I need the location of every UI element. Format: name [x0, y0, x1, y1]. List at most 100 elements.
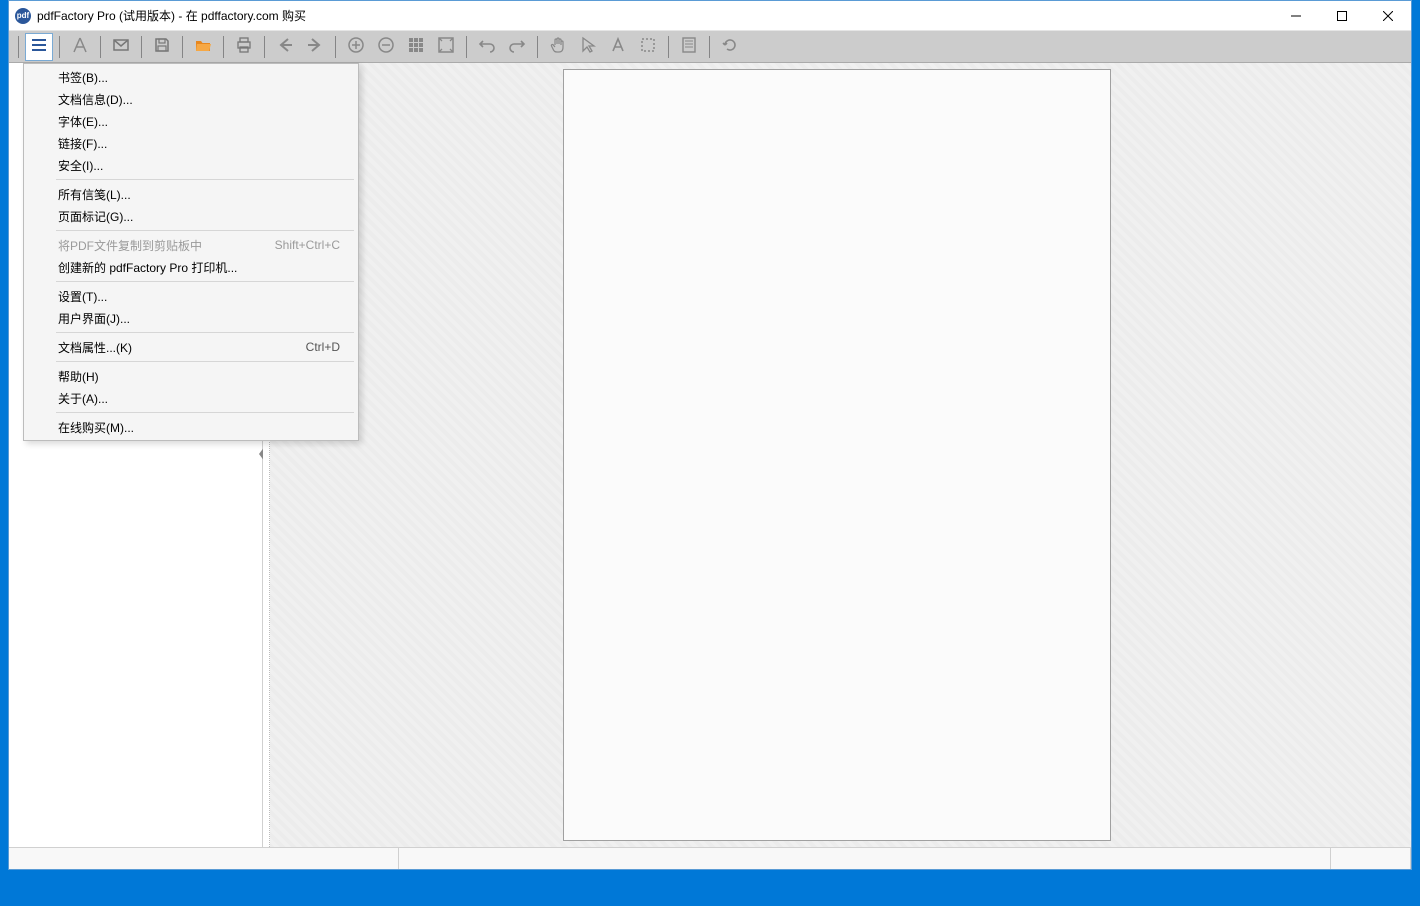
text-tool-button[interactable]: [604, 33, 632, 61]
menu-item-doc-info[interactable]: 文档信息(D)...: [26, 88, 356, 110]
menu-separator: [56, 361, 354, 362]
menu-separator: [56, 332, 354, 333]
grid-icon: [407, 36, 425, 57]
redo-button[interactable]: [503, 33, 531, 61]
toolbar-separator: [223, 36, 224, 58]
forward-button[interactable]: [301, 33, 329, 61]
menu-label: 页面标记(G)...: [58, 208, 133, 225]
document-area[interactable]: [263, 63, 1411, 847]
toolbar-separator: [100, 36, 101, 58]
status-segment: [9, 848, 399, 869]
menu-item-help[interactable]: 帮助(H): [26, 365, 356, 387]
toolbar-separator: [668, 36, 669, 58]
menu-item-copy-pdf-clipboard: 将PDF文件复制到剪贴板中 Shift+Ctrl+C: [26, 234, 356, 256]
page-preview: [563, 69, 1111, 841]
menu-label: 关于(A)...: [58, 390, 108, 407]
menu-item-fonts[interactable]: 字体(E)...: [26, 110, 356, 132]
menu-label: 文档信息(D)...: [58, 91, 133, 108]
menu-label: 链接(F)...: [58, 135, 107, 152]
send-email-button[interactable]: [107, 33, 135, 61]
rotate-icon: [721, 36, 739, 57]
notes-button[interactable]: [675, 33, 703, 61]
menu-label: 所有信笺(L)...: [58, 186, 131, 203]
menu-label: 用户界面(J)...: [58, 310, 130, 327]
view-pdf-button[interactable]: [66, 33, 94, 61]
minimize-button[interactable]: [1273, 1, 1319, 30]
titlebar: pdf pdfFactory Pro (试用版本) - 在 pdffactory…: [9, 1, 1411, 31]
toolbar-separator: [182, 36, 183, 58]
back-button[interactable]: [271, 33, 299, 61]
print-button[interactable]: [230, 33, 258, 61]
menu-label: 创建新的 pdfFactory Pro 打印机...: [58, 259, 237, 276]
toolbar-separator: [18, 36, 19, 58]
notes-icon: [680, 36, 698, 57]
menu-item-settings[interactable]: 设置(T)...: [26, 285, 356, 307]
menu-label: 在线购买(M)...: [58, 419, 134, 436]
toolbar-separator: [335, 36, 336, 58]
main-menu-dropdown: 书签(B)... 文档信息(D)... 字体(E)... 链接(F)... 安全…: [23, 63, 359, 441]
mail-icon: [112, 36, 130, 57]
status-segment: [399, 848, 1331, 869]
menu-item-doc-properties[interactable]: 文档属性...(K) Ctrl+D: [26, 336, 356, 358]
redo-icon: [508, 36, 526, 57]
undo-button[interactable]: [473, 33, 501, 61]
statusbar: [9, 847, 1411, 869]
menu-label: 书签(B)...: [58, 69, 108, 86]
rotate-button[interactable]: [716, 33, 744, 61]
menu-item-links[interactable]: 链接(F)...: [26, 132, 356, 154]
menu-separator: [56, 179, 354, 180]
select-tool-button[interactable]: [574, 33, 602, 61]
marquee-icon: [639, 36, 657, 57]
zoom-out-button[interactable]: [372, 33, 400, 61]
menu-button[interactable]: [25, 33, 53, 61]
close-button[interactable]: [1365, 1, 1411, 30]
window-controls: [1273, 1, 1411, 30]
menu-item-page-marks[interactable]: 页面标记(G)...: [26, 205, 356, 227]
menu-item-user-interface[interactable]: 用户界面(J)...: [26, 307, 356, 329]
menu-item-buy-online[interactable]: 在线购买(M)...: [26, 416, 356, 438]
toolbar-separator: [59, 36, 60, 58]
thumbnails-button[interactable]: [402, 33, 430, 61]
arrow-right-icon: [306, 36, 324, 57]
hamburger-icon: [30, 36, 48, 57]
menu-label: 设置(T)...: [58, 288, 107, 305]
open-button[interactable]: [189, 33, 217, 61]
menu-item-about[interactable]: 关于(A)...: [26, 387, 356, 409]
menu-item-create-printer[interactable]: 创建新的 pdfFactory Pro 打印机...: [26, 256, 356, 278]
hand-tool-button[interactable]: [544, 33, 572, 61]
zoom-out-icon: [377, 36, 395, 57]
menu-separator: [56, 281, 354, 282]
menu-label: 文档属性...(K): [58, 339, 132, 356]
toolbar-separator: [709, 36, 710, 58]
menu-label: 帮助(H): [58, 368, 99, 385]
save-icon: [153, 36, 171, 57]
toolbar: [9, 31, 1411, 63]
menu-item-security[interactable]: 安全(I)...: [26, 154, 356, 176]
toolbar-separator: [141, 36, 142, 58]
save-button[interactable]: [148, 33, 176, 61]
taskbar: [0, 870, 1420, 906]
menu-shortcut: Shift+Ctrl+C: [275, 238, 340, 252]
toolbar-separator: [466, 36, 467, 58]
menu-label: 字体(E)...: [58, 113, 108, 130]
fit-page-icon: [437, 36, 455, 57]
menu-separator: [56, 230, 354, 231]
menu-item-all-letterheads[interactable]: 所有信笺(L)...: [26, 183, 356, 205]
toolbar-separator: [264, 36, 265, 58]
menu-label: 将PDF文件复制到剪贴板中: [58, 237, 202, 254]
toolbar-separator: [537, 36, 538, 58]
cursor-icon: [579, 36, 597, 57]
menu-shortcut: Ctrl+D: [306, 340, 340, 354]
print-icon: [235, 36, 253, 57]
menu-item-bookmarks[interactable]: 书签(B)...: [26, 66, 356, 88]
window-title: pdfFactory Pro (试用版本) - 在 pdffactory.com…: [37, 7, 1273, 24]
menu-label: 安全(I)...: [58, 157, 103, 174]
zoom-in-icon: [347, 36, 365, 57]
snapshot-button[interactable]: [634, 33, 662, 61]
zoom-in-button[interactable]: [342, 33, 370, 61]
text-icon: [609, 36, 627, 57]
fit-page-button[interactable]: [432, 33, 460, 61]
status-segment: [1331, 848, 1411, 869]
app-icon: pdf: [15, 8, 31, 24]
maximize-button[interactable]: [1319, 1, 1365, 30]
